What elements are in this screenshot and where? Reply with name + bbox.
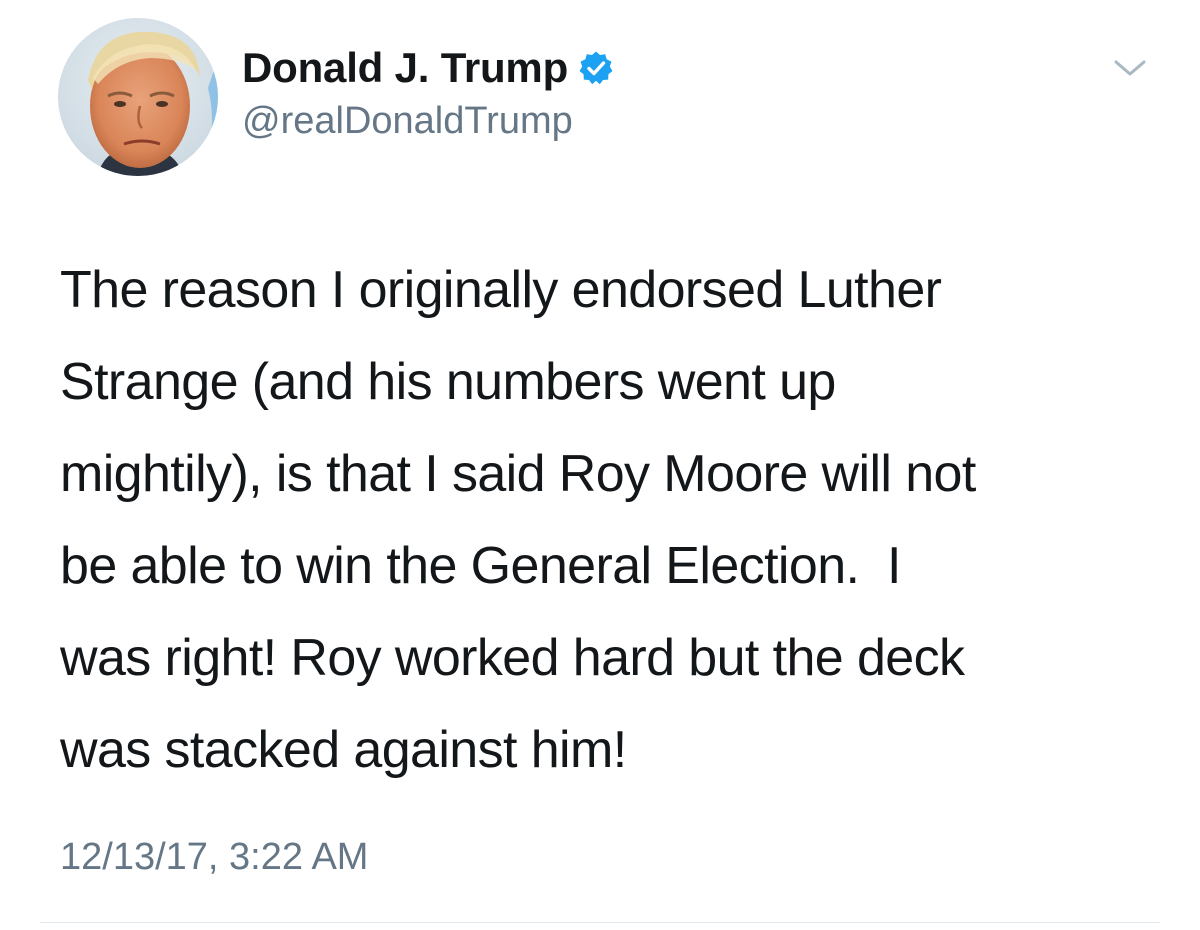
chevron-down-icon [1114, 60, 1146, 76]
tweet-text-line: was right! Roy worked hard but the deck [60, 629, 965, 687]
avatar-image [58, 18, 218, 176]
tweet-timestamp[interactable]: 12/13/17, 3:22 AM [60, 836, 368, 879]
verified-badge-icon [578, 50, 614, 86]
avatar[interactable] [58, 18, 218, 176]
tweet-menu-button[interactable] [1108, 52, 1152, 84]
author-name-row: Donald J. Trump [242, 40, 614, 96]
author-handle[interactable]: @realDonaldTrump [242, 100, 573, 143]
tweet-text-line: Strange (and his numbers went up [60, 353, 836, 411]
tweet-text-line: mightily), is that I said Roy Moore will… [60, 445, 976, 503]
tweet-card: Donald J. Trump @realDonaldTrump The rea… [0, 0, 1200, 930]
author-name[interactable]: Donald J. Trump [242, 44, 568, 92]
tweet-text-line: be able to win the General Election. I [60, 537, 902, 595]
tweet-text-line: was stacked against him! [60, 721, 627, 779]
tweet-text: The reason I originally endorsed Luther … [60, 244, 1170, 796]
divider [40, 922, 1160, 923]
tweet-text-line: The reason I originally endorsed Luther [60, 261, 942, 319]
